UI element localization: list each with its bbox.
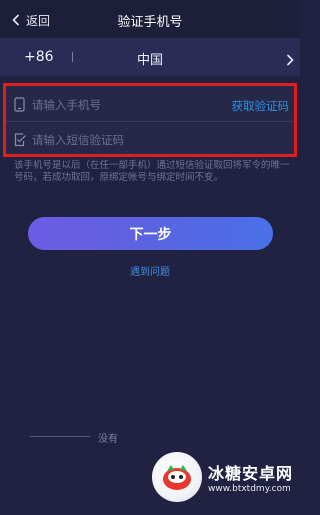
divider [30, 436, 90, 437]
sms-row [6, 123, 294, 157]
bottom-label: 没有 [98, 434, 118, 445]
phone-input[interactable] [32, 96, 212, 114]
watermark-url: www.btxtdmy.com [208, 484, 291, 494]
country-name: 中国 [136, 53, 163, 68]
country-selector[interactable]: +86 中国 [0, 38, 300, 76]
top-bar: 返回 验证手机号 [0, 0, 300, 38]
divider [6, 121, 294, 122]
watermark-logo-icon [152, 452, 202, 502]
edit-check-icon [14, 132, 27, 151]
verification-form: 获取验证码 [3, 83, 297, 157]
hint-text: 该手机号是以后（在任一部手机）通过短信验证取回将军令的唯一号码，若成功取回，原绑… [14, 160, 290, 183]
phone-icon [14, 97, 25, 116]
watermark: 冰糖安卓网 www.btxtdmy.com [152, 447, 298, 507]
get-code-button[interactable]: 获取验证码 [232, 98, 290, 114]
sms-code-input[interactable] [32, 131, 212, 149]
page-title: 验证手机号 [117, 15, 183, 30]
watermark-text: 冰糖安卓网 www.btxtdmy.com [208, 460, 293, 494]
next-button[interactable]: 下一步 [28, 217, 273, 250]
problem-link[interactable]: 遇到问题 [0, 263, 300, 278]
chevron-right-icon [286, 51, 294, 70]
watermark-title: 冰糖安卓网 [208, 464, 294, 483]
phone-row: 获取验证码 [6, 88, 294, 122]
